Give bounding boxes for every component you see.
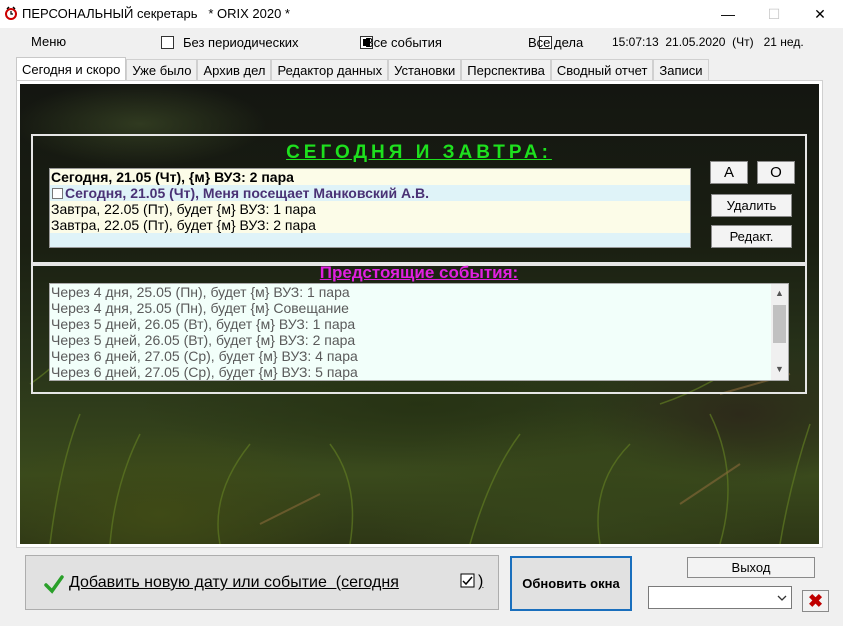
tab-archive[interactable]: Архив дел	[197, 59, 272, 81]
checkbox-all-events-label[interactable]: Все события	[365, 35, 442, 50]
list-item[interactable]: Через 4 дня, 25.05 (Пн), будет {м} ВУЗ: …	[50, 284, 788, 300]
check-icon	[44, 575, 64, 594]
list-item[interactable]: Сегодня, 21.05 (Чт), {м} ВУЗ: 2 пара	[50, 169, 690, 185]
scrollbar-thumb[interactable]	[773, 305, 786, 343]
delete-button[interactable]: Удалить	[711, 194, 792, 217]
clock-readout: 15:07:13 21.05.2020 (Чт) 21 нед.	[612, 35, 804, 49]
exit-button[interactable]: Выход	[687, 557, 815, 578]
list-item-empty[interactable]	[50, 233, 690, 247]
tab-settings[interactable]: Установки	[388, 59, 462, 81]
scroll-up-icon[interactable]: ▲	[775, 288, 784, 298]
tab-already-was[interactable]: Уже было	[126, 59, 198, 81]
scroll-down-icon[interactable]: ▼	[775, 364, 784, 374]
upcoming-list[interactable]: Через 4 дня, 25.05 (Пн), будет {м} ВУЗ: …	[49, 283, 789, 381]
vertical-scrollbar[interactable]: ▲ ▼	[771, 284, 788, 380]
list-item[interactable]: Сегодня, 21.05 (Чт), Меня посещает Манко…	[50, 185, 690, 201]
list-item[interactable]: Завтра, 22.05 (Пт), будет {м} ВУЗ: 2 пар…	[50, 217, 690, 233]
tab-notes[interactable]: Записи	[653, 59, 709, 81]
refresh-windows-button[interactable]: Обновить окна	[510, 556, 632, 611]
add-event-close-paren: )	[478, 573, 484, 590]
window-title: ПЕРСОНАЛЬНЫЙ секретарь * ORIX 2020 *	[22, 6, 290, 21]
row-checkbox[interactable]	[52, 187, 63, 199]
tab-bar: Сегодня и скоро Уже было Архив дел Редак…	[16, 57, 709, 81]
close-button[interactable]: ✕	[797, 0, 843, 28]
checkbox-no-periodic-label[interactable]: Без периодических	[183, 35, 299, 50]
list-item[interactable]: Через 5 дней, 26.05 (Вт), будет {м} ВУЗ:…	[50, 316, 788, 332]
toolbar: Меню Без периодических Все события Все д…	[0, 28, 843, 56]
checkbox-checked-icon	[460, 573, 475, 588]
list-item[interactable]: Через 6 дней, 27.05 (Ср), будет {м} ВУЗ:…	[50, 348, 788, 364]
add-event-label: Добавить новую дату или событие (сегодня	[69, 574, 399, 591]
app-icon	[5, 6, 17, 20]
tab-perspective[interactable]: Перспектива	[461, 59, 551, 81]
upcoming-title: Предстоящие события:	[319, 263, 519, 282]
a-button[interactable]: А	[710, 161, 748, 184]
maximize-button[interactable]: ☐	[751, 0, 797, 28]
minimize-button[interactable]: —	[705, 0, 751, 28]
tab-today-and-soon[interactable]: Сегодня и скоро	[16, 57, 127, 81]
close-x-button[interactable]: ✖	[802, 590, 829, 612]
tab-summary-report[interactable]: Сводный отчет	[550, 59, 654, 81]
o-button[interactable]: О	[757, 161, 795, 184]
add-event-button[interactable]: Добавить новую дату или событие (сегодня…	[25, 555, 499, 610]
list-item[interactable]: Через 6 дней, 27.05 (Ср), будет {м} ВУЗ:…	[50, 364, 788, 380]
checkbox-all-tasks-label[interactable]: Все дела	[528, 35, 583, 50]
menu-button[interactable]: Меню	[31, 34, 66, 49]
list-item[interactable]: Через 5 дней, 26.05 (Вт), будет {м} ВУЗ:…	[50, 332, 788, 348]
checkbox-no-periodic[interactable]	[161, 36, 174, 49]
list-item[interactable]: Через 4 дня, 25.05 (Пн), будет {м} Совещ…	[50, 300, 788, 316]
chevron-down-icon	[777, 595, 787, 601]
today-list[interactable]: Сегодня, 21.05 (Чт), {м} ВУЗ: 2 пара Сег…	[49, 168, 691, 248]
list-item-label: Сегодня, 21.05 (Чт), Меня посещает Манко…	[65, 185, 429, 201]
today-title: СЕГОДНЯ И ЗАВТРА:	[286, 142, 552, 163]
list-item[interactable]: Завтра, 22.05 (Пт), будет {м} ВУЗ: 1 пар…	[50, 201, 690, 217]
dropdown-select[interactable]	[648, 586, 792, 609]
title-bar: ПЕРСОНАЛЬНЫЙ секретарь * ORIX 2020 * — ☐…	[0, 0, 843, 28]
tab-data-editor[interactable]: Редактор данных	[271, 59, 389, 81]
edit-button[interactable]: Редакт.	[711, 225, 792, 248]
